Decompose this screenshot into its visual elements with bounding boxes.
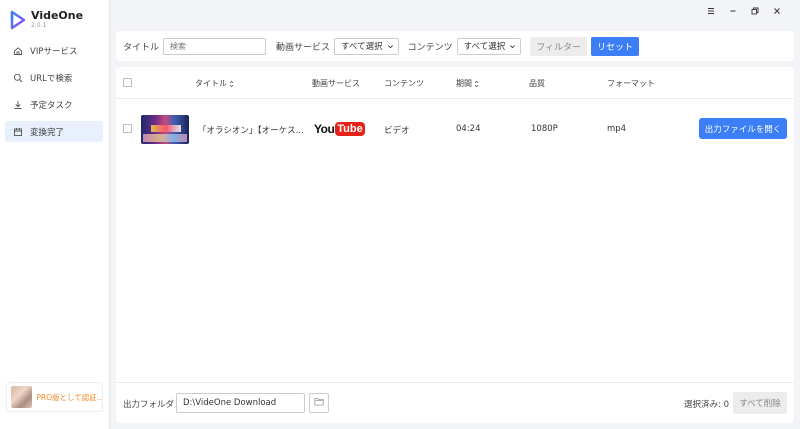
chevron-down-icon xyxy=(387,43,394,50)
table-header: タイトル 動画サービス コンテンツ 期間 品質 フォーマット xyxy=(116,67,794,99)
header-format: フォーマット xyxy=(607,78,655,89)
video-thumbnail xyxy=(141,115,189,144)
output-folder-label: 出力フォルダ xyxy=(123,400,175,410)
pro-activation-banner[interactable]: PRO版として認証... xyxy=(6,382,103,412)
app-version: 2.0.1 xyxy=(31,22,47,29)
filter-button[interactable]: フィルター xyxy=(530,36,588,56)
sidebar-item-label: 変換完了 xyxy=(30,127,65,138)
promo-image xyxy=(11,386,33,408)
title-filter-label: タイトル xyxy=(123,42,160,53)
service-filter-label: 動画サービス xyxy=(276,42,331,53)
header-quality-label: 品質 xyxy=(529,79,545,88)
header-service: 動画サービス xyxy=(312,78,360,89)
menu-icon[interactable] xyxy=(706,5,716,17)
delete-all-button[interactable]: すべて削除 xyxy=(733,392,787,414)
header-content: コンテンツ xyxy=(384,78,424,89)
promo-text: PRO版として認証... xyxy=(36,392,102,402)
header-content-label: コンテンツ xyxy=(384,79,424,88)
header-title-label: タイトル xyxy=(195,79,227,88)
row-checkbox[interactable] xyxy=(123,124,132,133)
selected-count: 選択済み: 0 xyxy=(684,400,729,410)
sidebar-nav: VIPサービス URLで検索 予定タスク 変換完了 xyxy=(5,40,103,148)
header-format-label: フォーマット xyxy=(607,79,655,88)
header-title[interactable]: タイトル xyxy=(195,78,234,89)
close-icon[interactable] xyxy=(772,5,782,17)
title-search-input[interactable] xyxy=(163,37,267,55)
minimize-icon[interactable] xyxy=(728,5,738,17)
header-duration-label: 期間 xyxy=(456,79,472,88)
brand: VideOne 2.0.1 xyxy=(10,10,83,30)
footer-bar: 出力フォルダ D:\VideOne Download 選択済み: 0 すべて削除 xyxy=(116,382,794,423)
search-icon xyxy=(13,73,23,83)
row-content: ビデオ xyxy=(384,126,410,136)
calendar-icon xyxy=(13,127,23,137)
sidebar-item-converted[interactable]: 変換完了 xyxy=(5,121,103,142)
content-filter-label: コンテンツ xyxy=(407,42,453,53)
home-icon xyxy=(13,46,23,56)
row-title: 「オラシオン」【オーケス... xyxy=(198,126,304,136)
sidebar-item-label: URLで検索 xyxy=(30,73,73,84)
converted-table: タイトル 動画サービス コンテンツ 期間 品質 フォーマット 「オラシオン」【オ… xyxy=(116,67,794,423)
folder-icon xyxy=(314,397,324,409)
output-path-field[interactable]: D:\VideOne Download xyxy=(176,393,305,413)
sidebar: VideOne 2.0.1 VIPサービス URLで検索 予定タスク 変換完了 … xyxy=(0,0,110,429)
app-name: VideOne xyxy=(31,9,84,22)
open-output-file-button[interactable]: 出力ファイルを開く xyxy=(699,118,787,139)
header-service-label: 動画サービス xyxy=(312,79,360,88)
content-select[interactable]: すべて選択 xyxy=(456,37,522,55)
service-select-value: すべて選択 xyxy=(341,42,383,52)
sidebar-item-url-search[interactable]: URLで検索 xyxy=(5,67,103,88)
sort-icon xyxy=(474,80,479,88)
chevron-down-icon xyxy=(509,43,516,50)
header-duration[interactable]: 期間 xyxy=(456,78,479,89)
sidebar-item-vip[interactable]: VIPサービス xyxy=(5,40,103,61)
service-select[interactable]: すべて選択 xyxy=(334,37,399,55)
window-controls xyxy=(706,5,782,17)
restore-icon[interactable] xyxy=(750,5,760,17)
sidebar-item-scheduled-tasks[interactable]: 予定タスク xyxy=(5,94,103,115)
row-format: mp4 xyxy=(607,124,627,134)
reset-button[interactable]: リセット xyxy=(591,36,640,56)
header-quality: 品質 xyxy=(529,78,545,89)
sidebar-item-label: VIPサービス xyxy=(30,46,78,57)
download-icon xyxy=(13,100,23,110)
sidebar-item-label: 予定タスク xyxy=(30,100,73,111)
table-row: 「オラシオン」【オーケス... You Tube ビデオ 04:24 1080P… xyxy=(116,111,794,147)
filter-bar: タイトル 動画サービス すべて選択 コンテンツ すべて選択 フィルター リセット xyxy=(116,31,794,61)
videone-logo-icon xyxy=(10,10,26,30)
select-all-checkbox[interactable] xyxy=(123,78,132,87)
browse-folder-button[interactable] xyxy=(309,393,329,413)
row-duration: 04:24 xyxy=(456,124,481,134)
row-quality: 1080P xyxy=(531,124,558,134)
content-select-value: すべて選択 xyxy=(463,42,506,52)
sort-icon xyxy=(229,80,234,88)
youtube-logo-icon: You Tube xyxy=(314,122,365,136)
